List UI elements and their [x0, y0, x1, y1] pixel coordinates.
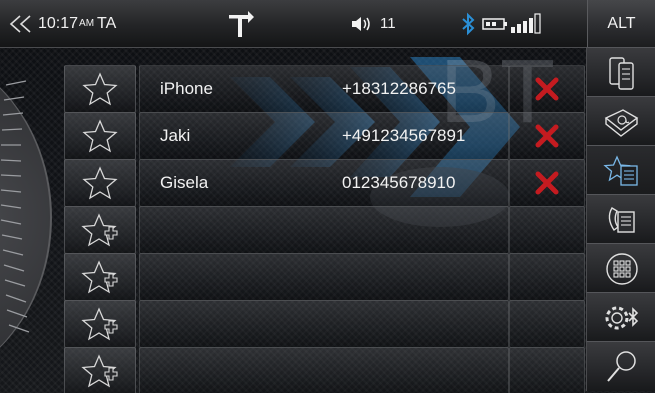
sidebar-bluetooth-settings-button[interactable] — [586, 292, 655, 342]
star-list-icon — [602, 154, 638, 186]
add-favorite-button[interactable] — [64, 300, 136, 348]
speaker-volume-icon — [352, 16, 370, 31]
delete-favorite-button[interactable] — [509, 112, 585, 160]
sidebar-favorites-button[interactable] — [586, 145, 655, 195]
favorite-name: Gisela — [160, 173, 209, 192]
navigation-indicator — [226, 0, 256, 47]
red-x-delete-icon — [535, 77, 559, 101]
favorite-name: iPhone — [160, 79, 213, 98]
add-favorite-button[interactable] — [64, 206, 136, 254]
phone-sidebar — [586, 47, 655, 393]
add-favorite-button[interactable] — [64, 253, 136, 301]
delete-slot-empty — [509, 347, 585, 393]
red-x-delete-icon — [535, 171, 559, 195]
battery-status — [482, 0, 508, 47]
address-book-icon — [604, 108, 638, 137]
alt-button[interactable]: ALT — [587, 0, 655, 47]
status-bar: 10:17 AM TA 11 ALT — [0, 0, 655, 48]
dial-ticks — [0, 80, 30, 333]
favorite-entry-empty[interactable] — [139, 300, 509, 348]
clock-time: 10:17 — [38, 14, 79, 32]
star-icon — [82, 72, 118, 106]
volume-indicator: 11 — [350, 0, 396, 47]
volume-level: 11 — [380, 15, 396, 32]
favorite-number: +491234567891 — [342, 126, 466, 145]
favorite-number: +18312286765 — [342, 79, 456, 98]
keypad-icon — [605, 252, 638, 285]
favorite-star-button[interactable] — [64, 65, 136, 113]
favorite-star-button[interactable] — [64, 112, 136, 160]
star-icon — [82, 119, 118, 153]
star-add-icon — [81, 213, 118, 247]
sidebar-phonebook-button[interactable] — [586, 96, 655, 146]
bt-favorites-screen: BT 10:17AMTA — [0, 0, 655, 393]
empty-favorite-row[interactable] — [64, 206, 585, 254]
search-icon — [606, 350, 636, 382]
signal-status — [510, 0, 544, 47]
delete-favorite-button[interactable] — [509, 159, 585, 207]
turn-right-arrow-icon — [229, 10, 254, 37]
bluetooth-icon — [462, 12, 475, 35]
ta-indicator: TA — [97, 14, 117, 32]
signal-bars-icon — [511, 12, 541, 34]
sidebar-search-button[interactable] — [586, 341, 655, 391]
empty-favorite-row[interactable] — [64, 347, 585, 393]
empty-favorite-row[interactable] — [64, 253, 585, 301]
add-favorite-button[interactable] — [64, 347, 136, 393]
battery-icon — [482, 17, 507, 30]
delete-favorite-button[interactable] — [509, 65, 585, 113]
red-x-delete-icon — [535, 124, 559, 148]
favorite-star-button[interactable] — [64, 159, 136, 207]
call-list-icon — [608, 206, 635, 233]
gear-bluetooth-icon — [605, 306, 638, 329]
star-add-icon — [81, 260, 118, 294]
delete-slot-empty — [509, 206, 585, 254]
star-icon — [82, 166, 118, 200]
favorite-row[interactable]: Jaki +491234567891 — [64, 112, 585, 160]
phone-devices-icon — [608, 56, 634, 90]
sidebar-keypad-button[interactable] — [586, 243, 655, 293]
delete-slot-empty — [509, 253, 585, 301]
clock: 10:17 AM TA — [38, 0, 116, 47]
favorite-entry[interactable]: Jaki +491234567891 — [139, 112, 509, 160]
sidebar-phone-devices-button[interactable] — [586, 47, 655, 97]
double-chevron-left-icon — [9, 14, 31, 33]
favorite-row[interactable]: iPhone +18312286765 — [64, 65, 585, 113]
clock-ampm: AM — [79, 18, 95, 29]
delete-slot-empty — [509, 300, 585, 348]
favorite-entry-empty[interactable] — [139, 347, 509, 393]
favorite-entry[interactable]: iPhone +18312286765 — [139, 65, 509, 113]
favorite-entry[interactable]: Gisela 012345678910 — [139, 159, 509, 207]
favorite-entry-empty[interactable] — [139, 253, 509, 301]
star-add-icon — [81, 307, 118, 341]
sidebar-call-list-button[interactable] — [586, 194, 655, 244]
bluetooth-status — [461, 0, 475, 47]
favorite-name: Jaki — [160, 126, 191, 145]
empty-favorite-row[interactable] — [64, 300, 585, 348]
favorite-row[interactable]: Gisela 012345678910 — [64, 159, 585, 207]
favorite-entry-empty[interactable] — [139, 206, 509, 254]
star-add-icon — [81, 354, 118, 388]
favorite-number: 012345678910 — [342, 173, 456, 192]
